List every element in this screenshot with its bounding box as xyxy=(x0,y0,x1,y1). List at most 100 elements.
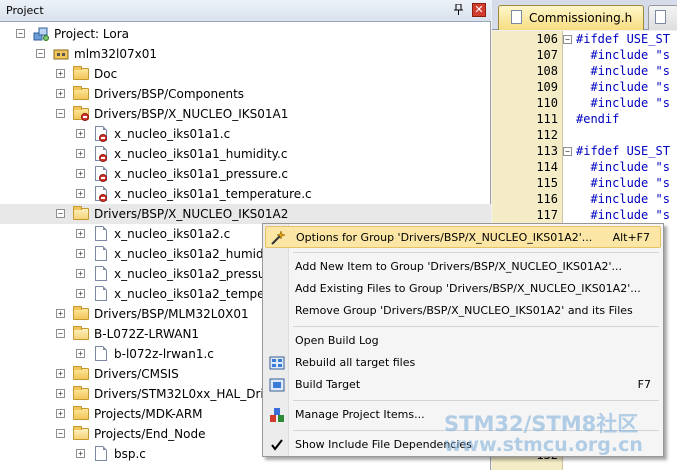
file-excluded-icon xyxy=(95,166,107,182)
fold-toggle-icon[interactable]: − xyxy=(563,35,572,44)
menu-item-shortcut: Alt+F7 xyxy=(612,231,650,244)
tree-item[interactable]: − Project: Lora xyxy=(0,24,491,44)
expand-icon[interactable]: + xyxy=(76,129,85,138)
menu-item-show-include-file[interactable]: Show Include File Dependencies xyxy=(265,434,661,456)
fold-toggle-icon[interactable]: − xyxy=(563,147,572,156)
menu-item-add-new-item[interactable]: Add New Item to Group 'Drivers/BSP/X_NUC… xyxy=(265,256,661,278)
code-line: 117 #include "s xyxy=(492,208,677,224)
expand-icon[interactable]: + xyxy=(76,149,85,158)
expand-icon[interactable]: + xyxy=(76,349,85,358)
tree-item[interactable]: + x_nucleo_iks01a1.c xyxy=(0,124,491,144)
expand-icon[interactable]: + xyxy=(56,409,65,418)
menu-item-remove-group-drivers[interactable]: Remove Group 'Drivers/BSP/X_NUCLEO_IKS01… xyxy=(265,300,661,322)
header-file-icon xyxy=(511,10,522,24)
menu-item-label: Manage Project Items... xyxy=(295,408,425,421)
excluded-badge-icon xyxy=(81,113,89,121)
line-number: 116 xyxy=(536,192,558,206)
tree-item[interactable]: − mlm32l07x01 xyxy=(0,44,491,64)
line-number: 109 xyxy=(536,80,558,94)
expand-icon[interactable]: + xyxy=(56,389,65,398)
code-line: 113− #ifdef USE_ST xyxy=(492,144,677,160)
folder-open-icon xyxy=(73,326,89,340)
collapse-icon[interactable]: − xyxy=(56,329,65,338)
code-text: #include "s xyxy=(576,176,670,190)
tree-item[interactable]: + Drivers/BSP/Components xyxy=(0,84,491,104)
close-panel-button[interactable]: ✕ xyxy=(472,3,486,17)
line-number: 114 xyxy=(536,160,558,174)
file-icon xyxy=(655,10,666,24)
expand-icon[interactable]: + xyxy=(56,89,65,98)
line-number: 108 xyxy=(536,64,558,78)
expand-icon[interactable]: + xyxy=(76,249,85,258)
expand-icon[interactable]: + xyxy=(56,69,65,78)
code-text: #include "s xyxy=(576,192,670,206)
menu-item-add-existing-files[interactable]: Add Existing Files to Group 'Drivers/BSP… xyxy=(265,278,661,300)
expand-icon[interactable]: + xyxy=(76,169,85,178)
code-line: 107 #include "s xyxy=(492,48,677,64)
menu-item-label: Options for Group 'Drivers/BSP/X_NUCLEO_… xyxy=(296,231,593,244)
tree-item-label: Projects/MDK-ARM xyxy=(94,407,203,421)
tree-item[interactable]: + Doc xyxy=(0,64,491,84)
folder-excluded-icon xyxy=(73,106,89,121)
tree-item[interactable]: − Drivers/BSP/X_NUCLEO_IKS01A2 xyxy=(0,204,491,224)
expand-icon[interactable]: + xyxy=(56,309,65,318)
excluded-badge-icon xyxy=(99,174,107,182)
folder-icon xyxy=(73,66,89,80)
expand-icon[interactable]: + xyxy=(76,289,85,298)
code-line: 115 #include "s xyxy=(492,176,677,192)
manage-items-icon xyxy=(269,407,285,423)
excluded-badge-icon xyxy=(99,154,107,162)
tree-item-label: Drivers/BSP/X_NUCLEO_IKS01A2 xyxy=(94,207,289,221)
expand-icon[interactable]: + xyxy=(76,229,85,238)
tree-item-label: x_nucleo_iks01a1_pressure.c xyxy=(114,167,289,181)
tree-item[interactable]: + x_nucleo_iks01a1_temperature.c xyxy=(0,184,491,204)
panel-title: Project xyxy=(6,4,44,17)
menu-item-manage-project-items[interactable]: Manage Project Items... xyxy=(265,404,661,426)
tab-commissioning-h[interactable]: Commissioning.h xyxy=(498,5,644,30)
code-text: #include "s xyxy=(576,80,670,94)
expand-icon[interactable]: + xyxy=(76,449,85,458)
line-number: 107 xyxy=(536,48,558,62)
file-excluded-icon xyxy=(95,146,107,162)
menu-separator xyxy=(293,400,659,401)
excluded-badge-icon xyxy=(99,194,107,202)
project-icon xyxy=(33,27,49,41)
code-line: 114 #include "s xyxy=(492,160,677,176)
menu-item-open-build-log[interactable]: Open Build Log xyxy=(265,330,661,352)
collapse-icon[interactable]: − xyxy=(56,429,65,438)
expand-icon[interactable]: + xyxy=(56,369,65,378)
line-number: 117 xyxy=(536,208,558,222)
code-line: 108 #include "s xyxy=(492,64,677,80)
menu-item-rebuild-all-target[interactable]: Rebuild all target files xyxy=(265,352,661,374)
code-line: 116 #include "s xyxy=(492,192,677,208)
menu-item-build-target[interactable]: Build Target F7 xyxy=(265,374,661,396)
menu-item-label: Add New Item to Group 'Drivers/BSP/X_NUC… xyxy=(295,260,623,273)
tree-item[interactable]: − Drivers/BSP/X_NUCLEO_IKS01A1 xyxy=(0,104,491,124)
tree-item-label: x_nucleo_iks01a2.c xyxy=(114,227,231,241)
file-icon xyxy=(95,246,107,261)
collapse-icon[interactable]: − xyxy=(16,29,25,38)
tab-second[interactable] xyxy=(648,5,677,30)
tree-item-label: bsp.c xyxy=(114,447,146,461)
panel-title-bar: Project ✕ xyxy=(0,0,491,22)
collapse-icon[interactable]: − xyxy=(36,49,45,58)
line-number: 111 xyxy=(536,112,558,126)
line-number: 110 xyxy=(536,96,558,110)
expand-icon[interactable]: + xyxy=(76,269,85,278)
file-icon xyxy=(95,346,107,361)
file-excluded-icon xyxy=(95,126,107,142)
pin-icon[interactable] xyxy=(454,3,463,18)
tree-item-label: Drivers/CMSIS xyxy=(94,367,179,381)
code-text: #include "s xyxy=(576,96,670,110)
menu-item-label: Show Include File Dependencies xyxy=(295,438,472,451)
expand-icon[interactable]: + xyxy=(76,189,85,198)
tree-item-label: Drivers/BSP/MLM32L0X01 xyxy=(94,307,249,321)
collapse-icon[interactable]: − xyxy=(56,109,65,118)
menu-item-options-for-group[interactable]: Options for Group 'Drivers/BSP/X_NUCLEO_… xyxy=(265,226,661,248)
collapse-icon[interactable]: − xyxy=(56,209,65,218)
folder-icon xyxy=(73,366,89,380)
tree-item[interactable]: + x_nucleo_iks01a1_humidity.c xyxy=(0,144,491,164)
code-line: 109 #include "s xyxy=(492,80,677,96)
menu-separator xyxy=(293,430,659,431)
tree-item[interactable]: + x_nucleo_iks01a1_pressure.c xyxy=(0,164,491,184)
